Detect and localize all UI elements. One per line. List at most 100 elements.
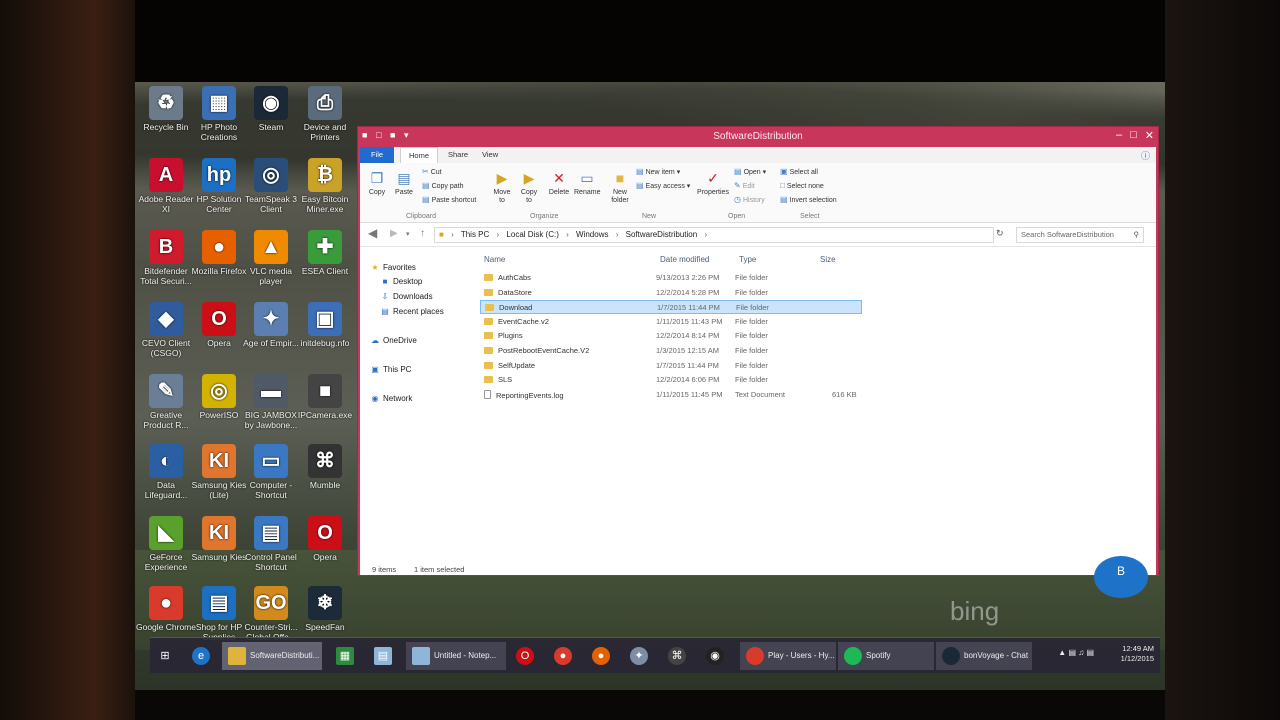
taskbar-chrome-window[interactable]: Play - Users - Hy... — [740, 642, 836, 670]
desktop-icon-item[interactable]: ◉ Steam — [240, 86, 302, 132]
start-button[interactable]: ⊞ — [156, 642, 178, 670]
taskbar-mumble[interactable]: ⌘ — [668, 642, 690, 670]
folder-icon — [484, 332, 493, 340]
taskbar-opera[interactable]: O — [516, 642, 538, 670]
copy-button[interactable]: ❐ Copy — [366, 169, 388, 197]
search-input[interactable]: Search SoftwareDistribution ⚲ — [1016, 227, 1144, 243]
app-icon: ◣ — [149, 516, 183, 550]
edit-icon: ✎ — [734, 181, 741, 190]
select-all-button[interactable]: ▣ Select all — [780, 167, 818, 177]
file-date: 1/7/2015 11:44 PM — [656, 360, 719, 370]
column-header-type[interactable]: Type — [739, 255, 756, 264]
history-button[interactable]: ◷ History — [734, 195, 765, 205]
close-button[interactable]: ✕ — [1145, 129, 1154, 142]
crumb-windows[interactable]: Windows — [576, 230, 608, 239]
copy-path-button[interactable]: ▤ Copy path — [422, 181, 463, 191]
move-to-button[interactable]: ▶ Move to — [490, 169, 514, 205]
help-icon[interactable]: ⓘ — [1141, 149, 1150, 162]
easy-access-button[interactable]: ▤ Easy access ▾ — [636, 181, 690, 191]
tab-home[interactable]: Home — [400, 147, 439, 163]
nav-desktop[interactable]: ■ Desktop — [380, 277, 423, 286]
desktop-icon-item[interactable]: ✦ Age of Empir... — [240, 302, 302, 348]
desktop-icon-item[interactable]: ■ IPCamera.exe — [294, 374, 356, 420]
delete-button[interactable]: ✕ Delete — [546, 169, 572, 197]
back-button[interactable]: ◀ — [368, 226, 377, 240]
desktop-icon-item[interactable]: ❄ SpeedFan — [294, 586, 356, 632]
properties-button[interactable]: ✓ Properties — [696, 169, 730, 197]
tray-icons[interactable]: ▲ ▤ ♫ ▤ — [1058, 648, 1094, 658]
nav-this-pc[interactable]: ▣ This PC — [370, 365, 411, 374]
table-row[interactable]: DataStore 12/2/2014 5:28 PM File folder — [480, 286, 862, 300]
minimize-button[interactable]: – — [1116, 129, 1122, 142]
taskbar-excel[interactable]: ▦ — [336, 642, 358, 670]
edit-button[interactable]: ✎ Edit — [734, 181, 755, 191]
paste-shortcut-button[interactable]: ▤ Paste shortcut — [422, 195, 476, 205]
column-header-date[interactable]: Date modified — [660, 255, 709, 264]
crumb-softwaredistribution[interactable]: SoftwareDistribution — [626, 230, 698, 239]
up-button[interactable]: ↑ — [420, 228, 425, 239]
file-name: DataStore — [484, 288, 532, 297]
open-button[interactable]: ▤ Open ▾ — [734, 167, 766, 177]
copy-to-button[interactable]: ▶ Copy to — [517, 169, 541, 205]
maximize-button[interactable]: □ — [1130, 129, 1137, 142]
table-row[interactable]: SLS 12/2/2014 6:06 PM File folder — [480, 373, 862, 387]
taskbar-notepad-icon-button[interactable]: ▤ — [374, 642, 396, 670]
table-row[interactable]: PostRebootEventCache.V2 1/3/2015 12:15 AM… — [480, 344, 862, 358]
desktop-icon-item[interactable]: ⎙ Device and Printers — [294, 86, 356, 142]
tab-file[interactable]: File — [360, 147, 394, 163]
desktop-icon-item[interactable]: O Opera — [294, 516, 356, 562]
desktop-icon-item[interactable]: ▣ initdebug.nfo — [294, 302, 356, 348]
taskbar-steam[interactable]: ◉ — [706, 642, 728, 670]
properties-label: Properties — [697, 189, 729, 196]
new-folder-button[interactable]: ■ New folder — [608, 169, 632, 205]
desktop-icon-item[interactable]: ✚ ESEA Client — [294, 230, 356, 276]
clock-date[interactable]: 1/12/2015 — [1121, 654, 1154, 664]
refresh-icon[interactable]: ↻ — [996, 228, 1004, 239]
taskbar-notepad[interactable]: Untitled - Notep... — [406, 642, 506, 670]
desktop-icon-item[interactable]: ◎ TeamSpeak 3 Client — [240, 158, 302, 214]
select-none-button[interactable]: □ Select none — [780, 181, 824, 191]
desktop-icon-item[interactable]: ▭ Computer - Shortcut — [240, 444, 302, 500]
taskbar-spotify[interactable]: Spotify — [838, 642, 934, 670]
clock-time[interactable]: 12:49 AM — [1121, 644, 1154, 654]
crumb-local-disk[interactable]: Local Disk (C:) — [506, 230, 558, 239]
table-row[interactable]: Plugins 12/2/2014 8:14 PM File folder — [480, 329, 862, 343]
taskbar-app[interactable]: ✦ — [630, 642, 652, 670]
nav-onedrive[interactable]: ☁ OneDrive — [370, 336, 417, 345]
desktop-icon-item[interactable]: ▲ VLC media player — [240, 230, 302, 286]
table-row[interactable]: ReportingEvents.log 1/11/2015 11:45 PM Tex… — [480, 388, 862, 402]
crumb-this-pc[interactable]: This PC — [461, 230, 489, 239]
nav-recent-places[interactable]: ▤ Recent places — [380, 307, 443, 316]
rename-button[interactable]: ▭ Rename — [574, 169, 600, 197]
column-header-size[interactable]: Size — [820, 255, 836, 264]
cut-button[interactable]: ✂ Cut — [422, 167, 442, 177]
tab-share[interactable]: Share — [440, 147, 476, 163]
table-row[interactable]: SelfUpdate 1/7/2015 11:44 PM File folder — [480, 359, 862, 373]
breadcrumb[interactable]: ■ › This PC › Local Disk (C:) › Windows … — [434, 227, 994, 243]
desktop-icon-item[interactable]: ⌘ Mumble — [294, 444, 356, 490]
table-row[interactable]: AuthCabs 9/13/2013 2:26 PM File folder — [480, 271, 862, 285]
column-header-name[interactable]: Name — [484, 255, 505, 264]
taskbar-firefox[interactable]: ● — [592, 642, 614, 670]
nav-favorites[interactable]: ★ Favorites — [370, 263, 416, 272]
file-name: Download — [485, 303, 532, 312]
desktop-icon-item[interactable]: ₿ Easy Bitcoin Miner.exe — [294, 158, 356, 214]
taskbar-chrome[interactable]: ● — [554, 642, 576, 670]
new-item-button[interactable]: ▤ New item ▾ — [636, 167, 680, 177]
desktop-icon-item[interactable]: GOCounter-Stri... Global Offe... — [240, 586, 302, 642]
nav-downloads[interactable]: ⇩ Downloads — [380, 292, 433, 301]
taskbar-explorer[interactable]: SoftwareDistributi... — [222, 642, 322, 670]
recent-locations-icon[interactable]: ▾ — [406, 230, 410, 238]
title-bar[interactable]: ■ □ ■ ▾ SoftwareDistribution – □ ✕ — [358, 127, 1158, 147]
desktop-icon-item[interactable]: ▬ BIG JAMBOX by Jawbone... — [240, 374, 302, 430]
invert-selection-button[interactable]: ▤ Invert selection — [780, 195, 837, 205]
taskbar-steam-chat[interactable]: bonVoyage - Chat — [936, 642, 1032, 670]
taskbar-ie[interactable]: e — [192, 642, 214, 670]
table-row[interactable]: EventCache.v2 1/11/2015 11:43 PM File fold… — [480, 315, 862, 329]
table-row[interactable]: Download 1/7/2015 11:44 PM File folder — [480, 300, 862, 315]
forward-button[interactable]: ▶ — [390, 228, 398, 239]
desktop-icon-item[interactable]: ▤ Control Panel Shortcut — [240, 516, 302, 572]
tab-view[interactable]: View — [474, 147, 506, 163]
nav-network[interactable]: ◉ Network — [370, 394, 413, 403]
paste-button[interactable]: ▤ Paste — [392, 169, 416, 197]
